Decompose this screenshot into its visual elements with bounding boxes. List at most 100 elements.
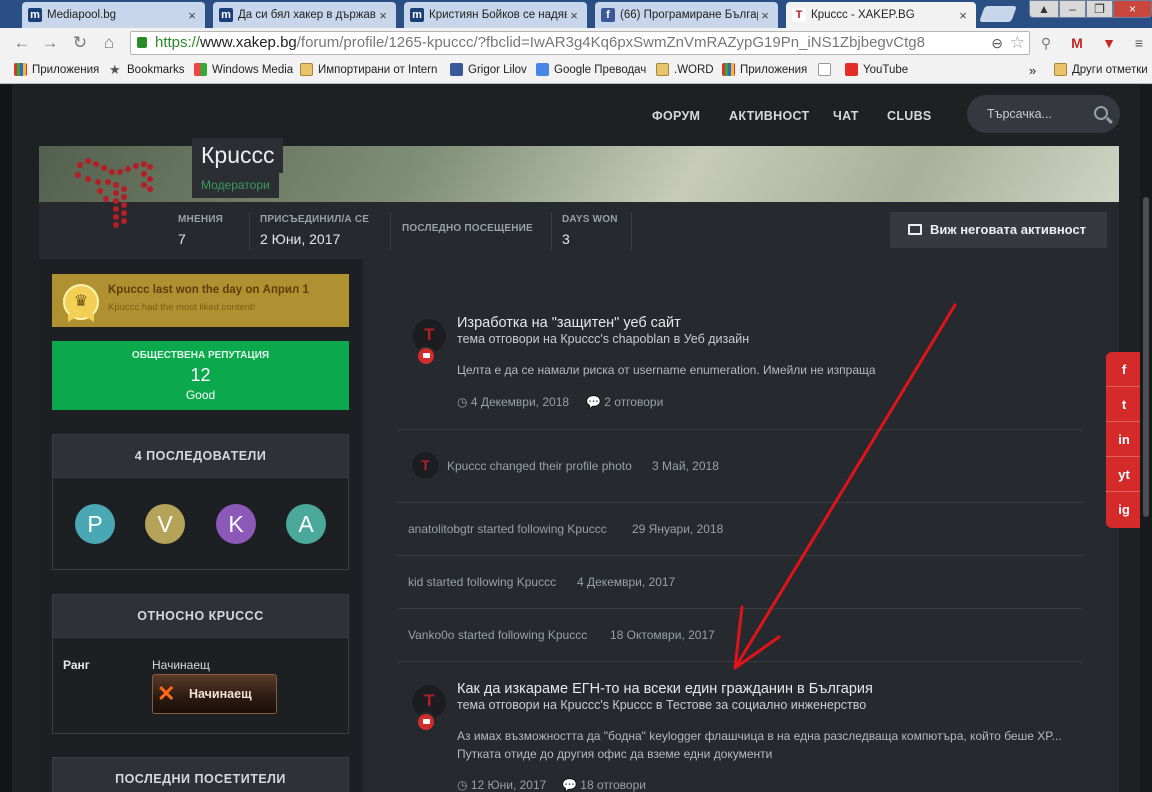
post-replies[interactable]: 💬 2 отговори (586, 395, 663, 409)
forward-icon[interactable]: → (40, 33, 60, 53)
activity-date: 29 Януари, 2018 (632, 522, 724, 536)
stat-posts: МНЕНИЯ 7 (178, 214, 223, 247)
lock-icon (137, 37, 147, 48)
window-close-button[interactable]: × (1113, 0, 1152, 18)
facebook-icon[interactable]: f (1106, 352, 1142, 387)
bookmark-label: Приложения (32, 63, 100, 76)
tab-favicon-icon: m (410, 8, 424, 22)
search-input[interactable]: Търсачка... (967, 95, 1120, 133)
rank-label: Ранг (63, 658, 90, 672)
follower-avatar[interactable]: P (75, 504, 115, 544)
browser-tab-active[interactable]: T Крuccc - XAKEP.BG × (786, 2, 976, 28)
bookmark-item[interactable] (818, 63, 836, 76)
follower-avatar[interactable]: K (216, 504, 256, 544)
close-icon[interactable]: × (567, 8, 581, 23)
bookmark-star-icon[interactable]: ☆ (1010, 32, 1025, 54)
social-share-bar: f t in yt ig (1106, 352, 1142, 528)
bookmark-label: .WORD (674, 63, 714, 76)
more-bookmarks-button[interactable]: » (1029, 63, 1036, 78)
post-title[interactable]: Изработка на "защитен" уеб сайт (457, 315, 681, 331)
browser-tab[interactable]: m Кристиян Бойков се надяв… × (404, 2, 587, 28)
about-title: ОТНОСНО КРUCCC (53, 595, 348, 638)
bookmark-item[interactable]: ★ Bookmarks (109, 63, 185, 76)
tab-favicon-icon: m (28, 8, 42, 22)
close-icon[interactable]: × (185, 8, 199, 23)
profile-group[interactable]: Модератори (192, 173, 279, 198)
home-icon[interactable]: ⌂ (99, 33, 119, 53)
maximize-button[interactable]: ❐ (1086, 0, 1113, 18)
bookmark-label: Други отметки (1072, 63, 1148, 76)
bookmark-label: Google Преводач (554, 63, 647, 76)
post-replies[interactable]: 💬 18 отговори (562, 778, 646, 792)
bookmark-label: Bookmarks (127, 63, 185, 76)
gmail-icon[interactable]: M (1066, 32, 1088, 54)
browser-tab[interactable]: f (66) Програмиране Българ… × (595, 2, 778, 28)
post-body: Целта е да се намали риска от username e… (457, 363, 876, 377)
address-bar[interactable]: https://www.xakep.bg/forum/profile/1265-… (130, 31, 1030, 55)
zoom-icon[interactable]: ⊖ (991, 32, 1003, 54)
bookmark-item[interactable]: Приложения (14, 63, 99, 76)
profile-photo-avatar[interactable]: T (411, 451, 440, 480)
divider (390, 212, 391, 250)
youtube-icon (845, 63, 858, 76)
post-replies-label: 18 отговори (580, 778, 646, 792)
stat-value: 7 (178, 231, 186, 247)
follower-avatar[interactable]: V (145, 504, 185, 544)
tab-title: Кристиян Бойков се надяв… (429, 9, 567, 21)
tab-favicon-icon: m (219, 8, 233, 22)
folder-icon (300, 63, 313, 76)
twitter-icon[interactable]: t (1106, 387, 1142, 422)
profile-avatar (75, 158, 153, 228)
nav-chat[interactable]: ЧАТ (833, 109, 859, 123)
new-tab-button[interactable] (979, 6, 1017, 22)
stat-value: 2 Юни, 2017 (260, 231, 341, 247)
bookmark-item[interactable]: Други отметки (1054, 63, 1148, 76)
search-icon[interactable] (1094, 106, 1108, 120)
stat-label: DAYS WON (562, 214, 618, 225)
post-title[interactable]: Как да изкараме ЕГН-то на всеки един гра… (457, 681, 873, 697)
youtube-icon[interactable]: yt (1106, 457, 1142, 492)
bookmark-item[interactable]: Grigor Lilov (450, 63, 527, 76)
shield-icon[interactable]: ▼ (1098, 32, 1120, 54)
nav-forum[interactable]: ФОРУМ (652, 109, 700, 123)
bookmark-item[interactable]: YouTube (845, 63, 908, 76)
apps-grid-icon (14, 63, 27, 76)
xakep-x-icon: ✕ (157, 681, 176, 706)
bookmark-item[interactable]: .WORD (656, 63, 714, 76)
menu-icon[interactable]: ≡ (1128, 32, 1150, 54)
bookmark-item[interactable]: Google Преводач (536, 63, 646, 76)
follower-avatar[interactable]: A (286, 504, 326, 544)
search-icon[interactable]: ⚲ (1035, 32, 1057, 54)
xakep-logo-icon: T (424, 691, 435, 710)
browser-tab[interactable]: m Да си бял хакер в държав… × (213, 2, 396, 28)
activity-date: 3 Май, 2018 (652, 459, 719, 473)
scrollbar-thumb[interactable] (1143, 197, 1149, 517)
minimize-button[interactable]: – (1059, 0, 1086, 18)
close-icon[interactable]: × (758, 8, 772, 23)
browser-tab[interactable]: m Mediapool.bg × (22, 2, 205, 28)
reload-icon[interactable]: ↻ (70, 33, 90, 53)
back-icon[interactable]: ← (12, 33, 32, 53)
close-icon[interactable]: × (376, 8, 390, 23)
nav-clubs[interactable]: CLUBS (887, 109, 932, 123)
divider (551, 212, 552, 250)
view-activity-button[interactable]: Виж неговата активност (890, 212, 1107, 248)
nav-activity[interactable]: АКТИВНОСТ (729, 109, 809, 123)
url-path: /forum/profile/1265-kpuccc/?fbclid=IwAR3… (296, 34, 925, 51)
activity-text: Kpuccc changed their profile photo (447, 459, 632, 473)
instagram-icon[interactable]: ig (1106, 492, 1142, 527)
post-date: ◷ 4 Декември, 2018 (457, 395, 570, 409)
post-subtitle: тема отговори на Крuccc's Крuccc в Тесто… (457, 698, 867, 712)
stat-label: ПРИСЪЕДИНИЛ/А СЕ (260, 214, 370, 225)
bookmark-label: YouTube (863, 63, 909, 76)
linkedin-icon[interactable]: in (1106, 422, 1142, 457)
divider (398, 661, 1082, 662)
user-icon[interactable]: ▲ (1029, 0, 1059, 18)
activity-text: anatolitobgtr started following Kpuccc (408, 522, 607, 536)
recent-visitors-title: ПОСЛЕДНИ ПОСЕТИТЕЛИ (53, 758, 348, 792)
close-icon[interactable]: × (956, 8, 970, 23)
bookmark-item[interactable]: Импортирани от Intern (300, 63, 437, 76)
vertical-scrollbar[interactable] (1140, 85, 1152, 792)
bookmark-item[interactable]: Приложения (722, 63, 807, 76)
bookmark-item[interactable]: Windows Media (194, 63, 293, 76)
